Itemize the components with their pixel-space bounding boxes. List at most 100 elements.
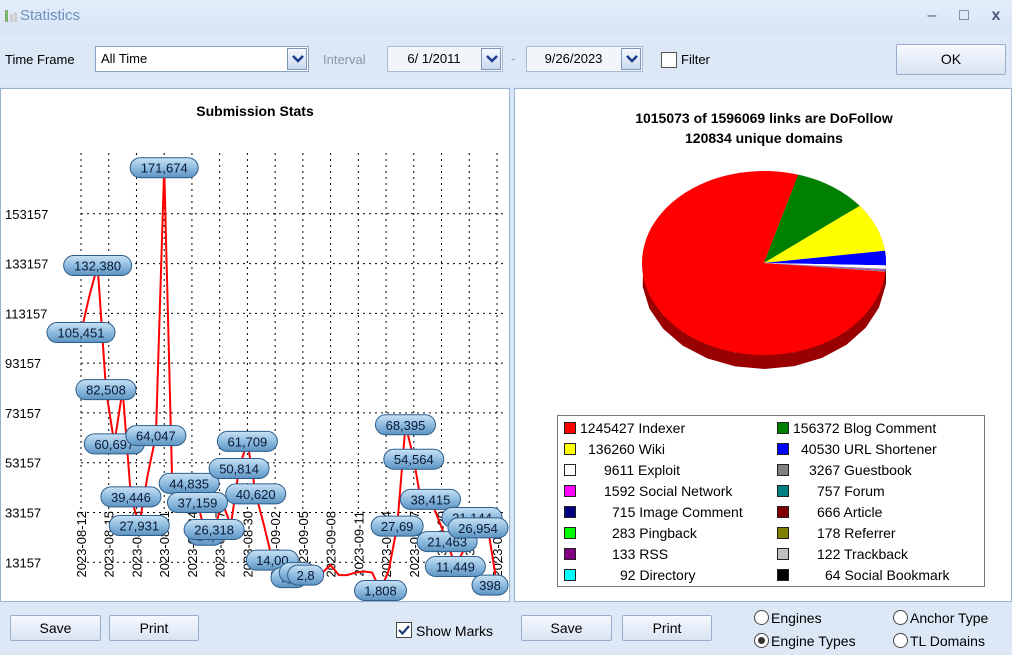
- legend-swatch: [564, 422, 576, 434]
- value-mark-label: 40,620: [236, 487, 276, 502]
- line-chart-title: Submission Stats: [196, 103, 314, 119]
- engine-types-radio[interactable]: [754, 633, 769, 648]
- legend-count: 136260: [588, 441, 639, 457]
- value-mark: 2,8: [287, 564, 325, 586]
- window-title: Statistics: [20, 7, 81, 24]
- legend-swatch: [564, 464, 576, 476]
- value-mark: 54,564: [383, 448, 445, 470]
- value-mark-label: 2,8: [297, 568, 315, 583]
- chevron-down-icon: [486, 55, 498, 63]
- show-marks-label: Show Marks: [416, 623, 494, 639]
- legend-swatch: [564, 548, 576, 560]
- legend-item: 40530 URL Shortener: [777, 439, 981, 459]
- interval-label: Interval: [323, 52, 366, 67]
- date-from-dropdown-button[interactable]: [481, 48, 501, 70]
- toolbar: Time Frame All Time Interval 6/ 1/2011 -…: [0, 34, 1012, 84]
- date-to-picker[interactable]: 9/26/2023: [526, 46, 643, 72]
- legend-count: 64: [825, 567, 845, 583]
- legend-name: Wiki: [638, 441, 666, 457]
- legend-name: Guestbook: [844, 462, 912, 478]
- value-mark: 1,808: [354, 580, 408, 601]
- legend-label: 156372 Blog Comment: [793, 418, 981, 438]
- legend-name: Trackback: [844, 546, 909, 562]
- value-mark: 82,508: [75, 379, 137, 401]
- legend-swatch: [777, 569, 789, 581]
- legend-label: 1245427 Indexer: [580, 418, 730, 438]
- legend-swatch: [777, 422, 789, 434]
- legend-swatch: [564, 485, 576, 497]
- engine-types-radio-label: Engine Types: [771, 633, 856, 649]
- legend-label: 757 Forum: [793, 481, 981, 501]
- date-to-dropdown-button[interactable]: [621, 48, 641, 70]
- legend-name: URL Shortener: [843, 441, 937, 457]
- close-button[interactable]: x: [984, 4, 1008, 28]
- filter-checkbox[interactable]: [661, 52, 677, 68]
- legend-count: 9611: [604, 462, 638, 478]
- legend-item: 133 RSS: [564, 544, 769, 564]
- y-tick-label: 133157: [5, 257, 48, 272]
- anchor-type-radio[interactable]: [893, 610, 908, 625]
- x-tick-label: 2023-09-08: [324, 511, 339, 578]
- value-mark: 37,159: [166, 492, 228, 514]
- date-from-picker[interactable]: 6/ 1/2011: [387, 46, 503, 72]
- value-mark-label: 105,451: [58, 326, 105, 341]
- checkmark-icon: [398, 625, 410, 636]
- legend-count: 3267: [809, 462, 845, 478]
- value-mark: 44,835: [158, 472, 220, 494]
- tl-domains-radio-label: TL Domains: [910, 633, 985, 649]
- save-chart-button[interactable]: Save: [10, 615, 101, 641]
- chevron-down-icon: [292, 55, 304, 63]
- time-frame-dropdown-button[interactable]: [287, 48, 307, 70]
- value-mark-label: 64,047: [136, 429, 176, 444]
- bottom-bar: Save Print Show Marks Save Print Engines…: [0, 604, 1012, 655]
- chevron-down-icon: [626, 55, 638, 63]
- minimize-button[interactable]: –: [920, 4, 944, 28]
- legend-label: 64 Social Bookmark: [793, 565, 981, 585]
- legend-name: Referrer: [844, 525, 896, 541]
- value-mark-label: 44,835: [169, 476, 209, 491]
- ok-button[interactable]: OK: [896, 44, 1006, 75]
- close-icon: x: [991, 7, 1001, 24]
- legend-item: 92 Directory: [564, 565, 769, 585]
- legend-name: Social Network: [639, 483, 733, 499]
- y-tick-label: 53157: [5, 456, 41, 471]
- legend-count: 715: [612, 504, 640, 520]
- legend-label: 715 Image Comment: [580, 502, 743, 522]
- value-mark-label: 39,446: [111, 490, 151, 505]
- engines-radio[interactable]: [754, 610, 769, 625]
- legend-swatch: [777, 464, 789, 476]
- value-mark-label: 82,508: [86, 383, 126, 398]
- legend-name: Directory: [639, 567, 696, 583]
- submission-stats-chart: Submission Stats 13157 33157 53157 73157 931…: [5, 103, 509, 601]
- value-mark: 68,395: [374, 414, 436, 436]
- show-marks-checkbox[interactable]: [396, 622, 412, 638]
- time-frame-value: All Time: [101, 51, 148, 66]
- pie-legend: 1245427 Indexer 156372 Blog Comment 136260…: [557, 415, 985, 587]
- value-mark: 64,047: [125, 425, 187, 447]
- legend-name: Indexer: [638, 420, 686, 436]
- anchor-type-radio-label: Anchor Type: [910, 610, 989, 626]
- legend-swatch: [777, 548, 789, 560]
- legend-name: Exploit: [638, 462, 681, 478]
- print-chart-button[interactable]: Print: [109, 615, 199, 641]
- save-pie-button[interactable]: Save: [521, 615, 612, 641]
- print-pie-button[interactable]: Print: [622, 615, 712, 641]
- value-mark: 171,674: [129, 157, 199, 179]
- y-tick-label: 33157: [5, 505, 41, 520]
- value-mark-label: 398: [479, 578, 501, 593]
- tl-domains-radio[interactable]: [893, 633, 908, 648]
- legend-item: 156372 Blog Comment: [777, 418, 981, 438]
- maximize-button[interactable]: □: [952, 4, 976, 28]
- time-frame-select[interactable]: All Time: [95, 46, 309, 72]
- legend-item: 9611 Exploit: [564, 460, 769, 480]
- value-mark: 27,931: [108, 514, 170, 536]
- legend-count: 156372: [793, 420, 844, 436]
- legend-name: Forum: [844, 483, 885, 499]
- value-mark: 40,620: [225, 483, 287, 505]
- legend-swatch: [777, 485, 789, 497]
- legend-label: 3267 Guestbook: [793, 460, 981, 480]
- legend-item: 283 Pingback: [564, 523, 769, 543]
- legend-name: Social Bookmark: [844, 567, 950, 583]
- date-separator: -: [511, 51, 516, 66]
- legend-label: 1592 Social Network: [580, 481, 733, 501]
